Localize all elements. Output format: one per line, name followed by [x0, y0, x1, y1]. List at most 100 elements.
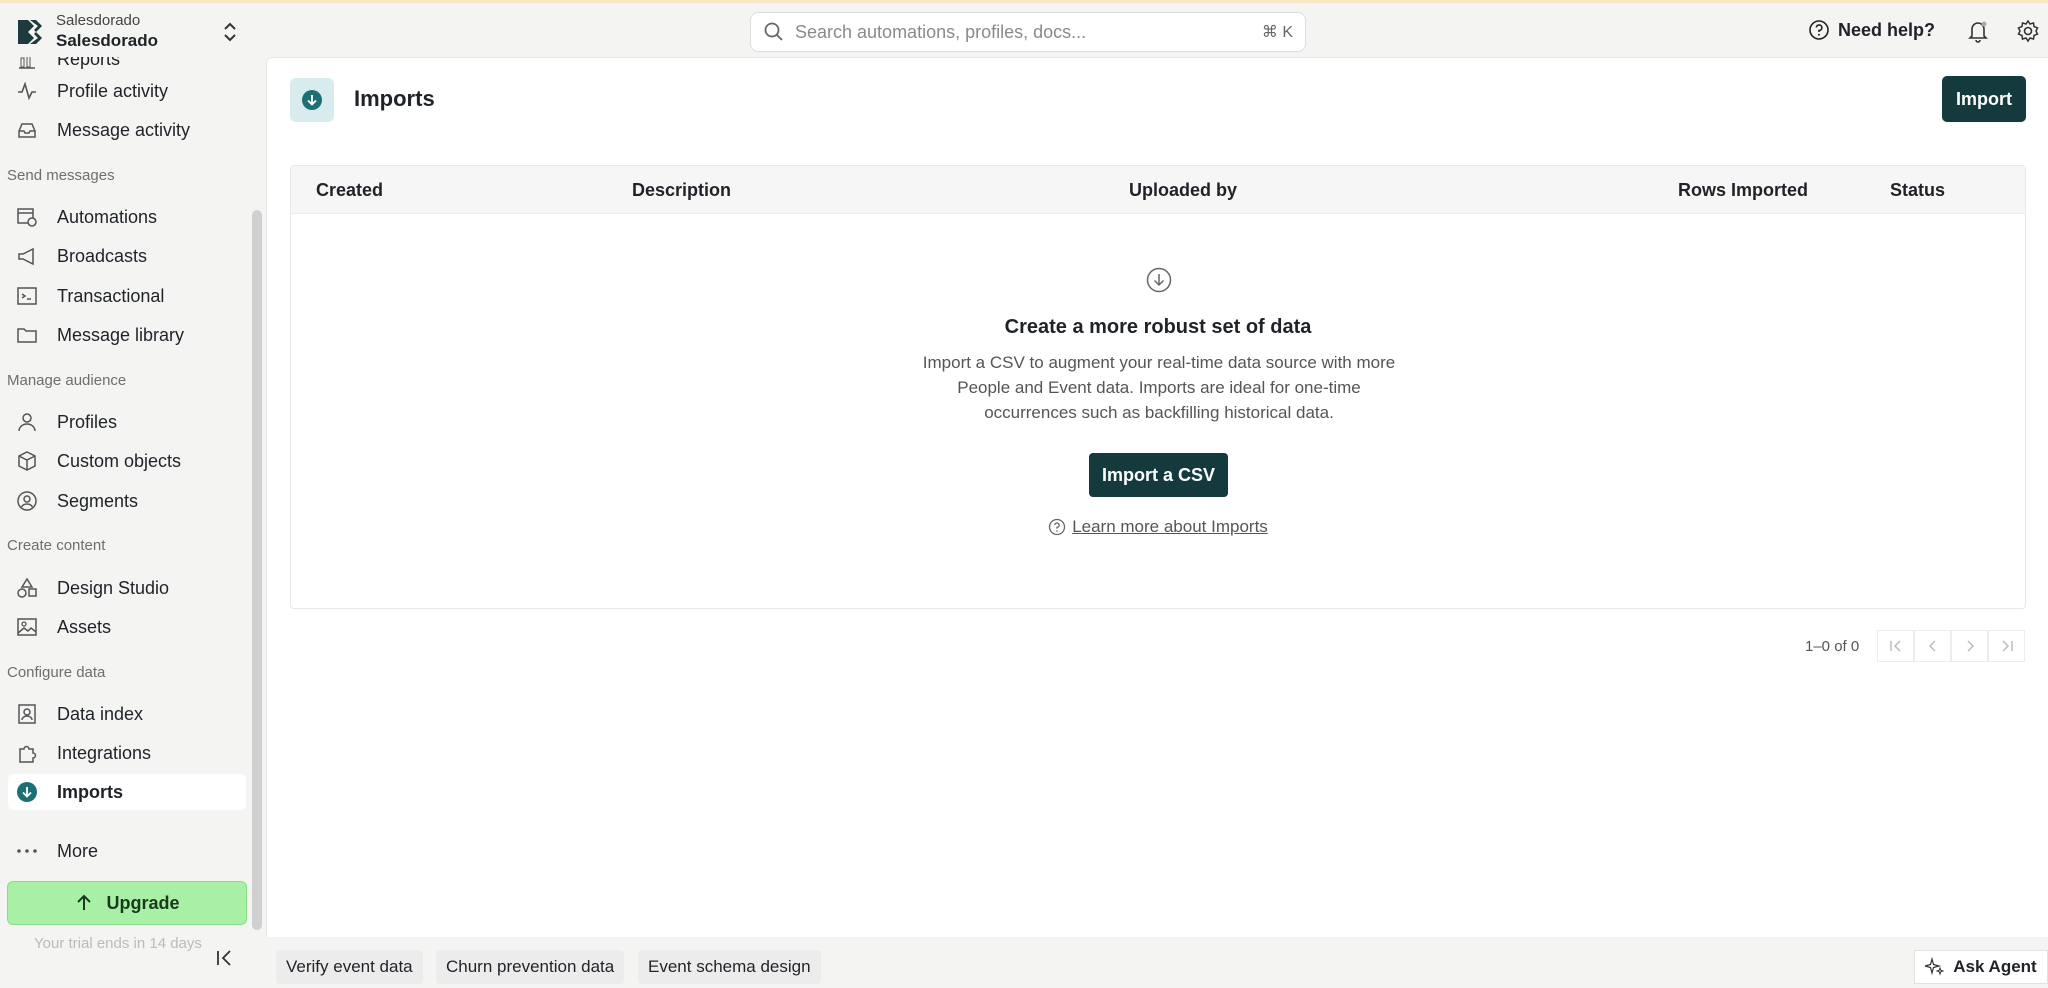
column-header-uploaded-by[interactable]: Uploaded by — [1129, 180, 1237, 201]
sidebar-item-automations[interactable]: Automations — [8, 199, 246, 235]
sidebar-item-message-activity[interactable]: Message activity — [8, 112, 246, 148]
next-page-button[interactable] — [1951, 630, 1988, 662]
gear-icon[interactable] — [2016, 19, 2040, 43]
chip-churn-prevention-data[interactable]: Churn prevention data — [436, 950, 625, 984]
help-icon — [1049, 518, 1066, 536]
sidebar-item-transactional[interactable]: Transactional — [8, 278, 246, 314]
folder-icon — [17, 328, 37, 343]
image-icon — [17, 618, 37, 636]
sidebar: Reports Profile activity Message activit… — [0, 57, 250, 988]
main-panel: Imports Import Created Description Uploa… — [266, 57, 2048, 937]
column-header-status[interactable]: Status — [1890, 180, 1945, 201]
sidebar-item-more[interactable]: More — [8, 833, 246, 869]
sidebar-item-label: Custom objects — [57, 450, 182, 471]
sidebar-scrollbar[interactable] — [252, 210, 262, 930]
last-page-icon — [2001, 640, 2013, 652]
table-header: Created Description Uploaded by Rows Imp… — [291, 166, 2025, 214]
chevron-up-down-icon[interactable] — [220, 19, 240, 45]
salesdorado-logo-icon — [18, 20, 42, 44]
arrow-up-icon — [77, 894, 92, 910]
page-icon — [290, 78, 334, 122]
automation-icon — [17, 208, 37, 227]
sidebar-item-label: Design Studio — [57, 577, 170, 598]
sidebar-item-label: Imports — [57, 781, 124, 802]
help-icon — [1809, 20, 1829, 40]
upgrade-button[interactable]: Upgrade — [7, 881, 247, 925]
pagination-controls — [1877, 630, 2025, 662]
section-title-manage-audience: Manage audience — [7, 372, 127, 389]
first-page-icon — [1889, 640, 1901, 652]
sidebar-item-assets[interactable]: Assets — [8, 609, 246, 645]
import-csv-button[interactable]: Import a CSV — [1089, 453, 1228, 497]
sidebar-item-label: Profiles — [57, 411, 118, 432]
sidebar-item-integrations[interactable]: Integrations — [8, 735, 246, 771]
upgrade-label: Upgrade — [106, 892, 180, 913]
sidebar-item-message-library[interactable]: Message library — [8, 317, 246, 353]
last-page-button[interactable] — [1988, 630, 2025, 662]
sidebar-item-label: Message library — [57, 324, 185, 345]
terminal-icon — [17, 287, 37, 305]
puzzle-icon — [19, 745, 37, 763]
sidebar-item-label: Profile activity — [57, 80, 169, 101]
search-input[interactable] — [795, 21, 1235, 43]
sidebar-item-imports[interactable]: Imports — [8, 774, 246, 810]
first-page-button[interactable] — [1877, 630, 1914, 662]
cube-icon — [18, 451, 36, 471]
sidebar-item-design-studio[interactable]: Design Studio — [8, 570, 246, 606]
ask-agent-label: Ask Agent — [1953, 957, 2037, 976]
sparkle-icon — [1925, 957, 1945, 976]
pagination-summary: 1–0 of 0 — [1805, 638, 1860, 655]
chip-verify-event-data[interactable]: Verify event data — [276, 950, 423, 984]
sidebar-item-label: Reports — [57, 57, 121, 69]
search-bar[interactable]: ⌘ K — [750, 12, 1306, 52]
sidebar-item-broadcasts[interactable]: Broadcasts — [8, 238, 246, 274]
segment-user-icon — [17, 491, 37, 511]
section-title-create-content: Create content — [7, 537, 106, 554]
top-bar: Salesdorado Salesdorado ⌘ K Need help? — [0, 3, 2048, 57]
sidebar-item-profile-activity[interactable]: Profile activity — [8, 73, 246, 109]
sidebar-item-profiles[interactable]: Profiles — [8, 404, 246, 440]
trial-notice: Your trial ends in 14 days — [34, 935, 202, 952]
megaphone-icon — [18, 247, 34, 266]
shapes-icon — [17, 577, 37, 598]
learn-more: Learn more about Imports — [291, 517, 2025, 537]
more-dots-icon — [17, 849, 37, 853]
learn-more-link[interactable]: Learn more about Imports — [1072, 517, 1268, 537]
section-title-send-messages: Send messages — [7, 167, 115, 184]
bell-icon[interactable] — [1966, 19, 1990, 43]
sidebar-item-label: Transactional — [57, 285, 165, 306]
sidebar-item-segments[interactable]: Segments — [8, 483, 246, 519]
empty-state-description: Import a CSV to augment your real-time d… — [922, 353, 1396, 422]
sidebar-item-label: Message activity — [57, 119, 191, 140]
sidebar-item-custom-objects[interactable]: Custom objects — [8, 443, 246, 479]
import-download-icon — [302, 90, 322, 110]
need-help-button[interactable]: Need help? — [1808, 19, 1935, 41]
column-header-created[interactable]: Created — [316, 180, 383, 201]
chevron-right-icon — [1966, 640, 1974, 652]
collapse-sidebar-icon[interactable] — [214, 947, 236, 969]
workspace-label: Salesdorado — [56, 12, 141, 29]
ask-agent-button[interactable]: Ask Agent — [1914, 950, 2048, 984]
org-name: Salesdorado — [56, 31, 159, 50]
import-download-icon — [17, 782, 37, 802]
column-header-description[interactable]: Description — [632, 180, 731, 201]
import-button[interactable]: Import — [1942, 76, 2026, 122]
sidebar-item-data-index[interactable]: Data index — [8, 696, 246, 732]
search-icon — [764, 22, 783, 41]
inbox-icon — [18, 123, 36, 138]
download-circle-icon — [1146, 267, 1172, 293]
chevron-left-icon — [1928, 640, 1936, 652]
sidebar-item-label: Automations — [57, 206, 158, 227]
search-shortcut: ⌘ K — [1261, 24, 1293, 41]
chip-event-schema-design[interactable]: Event schema design — [638, 950, 821, 984]
org-switcher[interactable]: Salesdorado Salesdorado — [14, 11, 158, 51]
sidebar-item-label: More — [57, 840, 99, 861]
need-help-label: Need help? — [1838, 19, 1936, 40]
column-header-rows-imported[interactable]: Rows Imported — [1678, 180, 1808, 201]
sidebar-item-label: Data index — [57, 703, 144, 724]
prev-page-button[interactable] — [1914, 630, 1951, 662]
sidebar-item-label: Broadcasts — [57, 245, 148, 266]
imports-table: Created Description Uploaded by Rows Imp… — [290, 165, 2026, 609]
sidebar-item-label: Assets — [57, 616, 112, 637]
bar-chart-icon — [19, 57, 35, 69]
